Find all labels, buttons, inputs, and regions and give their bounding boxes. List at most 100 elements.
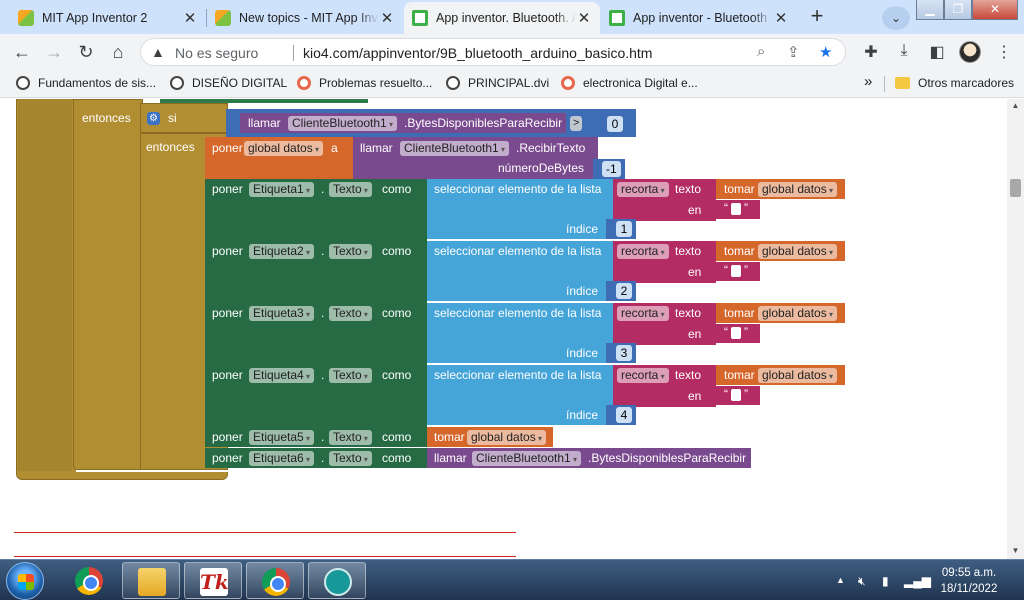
component-dropdown[interactable]: ClienteBluetooth1	[400, 141, 509, 156]
index-number[interactable]: 3	[616, 345, 632, 361]
text-op-dropdown[interactable]: recorta	[617, 306, 669, 321]
bookmark-item[interactable]: DISEÑO DIGITAL	[170, 76, 287, 90]
etiqueta-dropdown[interactable]: Etiqueta4	[249, 368, 314, 383]
clock-date: 18/11/2022	[940, 583, 998, 595]
home-button[interactable]: ⌂	[106, 40, 130, 64]
variable-dropdown[interactable]: global datos	[758, 306, 837, 321]
property-dropdown[interactable]: Texto	[329, 451, 372, 466]
scroll-up-icon[interactable]: ▲	[1007, 101, 1024, 110]
index-number[interactable]: 4	[616, 407, 632, 423]
taskbar-arduino[interactable]	[308, 562, 366, 599]
battery-icon[interactable]: ▮	[882, 574, 889, 588]
security-label[interactable]: No es seguro	[175, 45, 258, 61]
numero-bytes-value[interactable]: -1	[602, 161, 621, 177]
close-tab-icon[interactable]: ✕	[182, 9, 198, 27]
side-panel-icon[interactable]: ◧	[926, 42, 948, 62]
variable-dropdown[interactable]: global datos	[467, 430, 546, 445]
etiqueta-dropdown[interactable]: Etiqueta6	[249, 451, 314, 466]
variable-dropdown[interactable]: global datos	[758, 182, 837, 197]
variable-dropdown[interactable]: global datos	[758, 244, 837, 259]
bookmark-item[interactable]: Problemas resuelto...	[297, 76, 432, 90]
etiqueta-dropdown[interactable]: Etiqueta1	[249, 182, 314, 197]
bookmark-item[interactable]: Fundamentos de sis...	[16, 76, 156, 90]
variable-dropdown[interactable]: global datos	[758, 368, 837, 383]
close-tab-icon[interactable]: ✕	[773, 9, 789, 27]
method-label: .BytesDisponiblesParaRecibir	[404, 116, 563, 130]
component-dropdown[interactable]: ClienteBluetooth1	[472, 451, 581, 466]
compare-number[interactable]: 0	[607, 116, 623, 132]
maximize-button[interactable]: ❐	[944, 0, 972, 20]
etiqueta-dropdown[interactable]: Etiqueta5	[249, 430, 314, 445]
etiqueta-dropdown[interactable]: Etiqueta2	[249, 244, 314, 259]
text-string-block[interactable]: “”	[716, 324, 760, 343]
en-label: en	[688, 203, 702, 217]
tab-new-topics[interactable]: New topics - MIT App Inventor ✕	[207, 2, 403, 34]
url-text[interactable]: kio4.com/appinventor/9B_bluetooth_arduin…	[303, 45, 652, 61]
page-scrollbar[interactable]: ▲ ▼	[1007, 99, 1024, 559]
taskbar-explorer[interactable]	[122, 562, 180, 599]
property-dropdown[interactable]: Texto	[329, 306, 372, 321]
bookmark-item[interactable]: PRINCIPAL.dvi	[446, 76, 549, 90]
property-dropdown[interactable]: Texto	[329, 430, 372, 445]
share-icon[interactable]: ⇪	[787, 43, 800, 61]
start-button[interactable]	[6, 562, 44, 600]
network-signal-icon[interactable]: ▂▄▆	[904, 574, 931, 588]
profile-avatar[interactable]	[959, 41, 981, 63]
minimize-icon: ▁	[925, 2, 935, 16]
bookmark-label: PRINCIPAL.dvi	[468, 76, 550, 90]
text-op-dropdown[interactable]: recorta	[617, 244, 669, 259]
index-number[interactable]: 1	[616, 221, 632, 237]
back-button[interactable]: ←	[10, 40, 34, 64]
text-input[interactable]	[731, 264, 741, 277]
folder-icon	[138, 568, 166, 596]
close-tab-icon[interactable]: ✕	[379, 9, 395, 27]
close-tab-icon[interactable]: ✕	[576, 9, 592, 27]
other-bookmarks-folder[interactable]: Otros marcadores	[895, 76, 1014, 90]
property-dropdown[interactable]: Texto	[329, 244, 372, 259]
property-dropdown[interactable]: Texto	[329, 182, 372, 197]
bookmark-item[interactable]: electronica Digital e...	[561, 76, 698, 90]
text-string-block[interactable]: “”	[716, 200, 760, 219]
taskbar-tk-app[interactable]: Tk	[184, 562, 242, 599]
address-bar[interactable]: ▲ No es seguro kio4.com/appinventor/9B_b…	[140, 38, 846, 66]
variable-dropdown[interactable]: global datos	[244, 141, 323, 156]
tomar-label: tomar	[724, 182, 755, 196]
text-input[interactable]	[731, 202, 741, 215]
text-input[interactable]	[731, 388, 741, 401]
compare-operator-dropdown[interactable]: >	[570, 116, 583, 131]
index-number[interactable]: 2	[616, 283, 632, 299]
tab-app-inventor-bluetooth-active[interactable]: App inventor. Bluetooth. Arduino ✕	[404, 2, 600, 34]
bookmarks-overflow-button[interactable]: »	[864, 73, 872, 90]
system-clock[interactable]: 09:55 a.m. 18/11/2022	[930, 565, 1008, 597]
extensions-icon[interactable]: ✚	[860, 42, 882, 62]
scrollbar-thumb[interactable]	[1010, 179, 1021, 197]
tab-title: App inventor. Bluetooth. Arduino	[436, 11, 576, 25]
download-icon[interactable]: ⤓	[893, 42, 915, 60]
bookmark-star-icon[interactable]: ★	[819, 43, 832, 61]
etiqueta-dropdown[interactable]: Etiqueta3	[249, 306, 314, 321]
taskbar-chrome-profile[interactable]	[246, 562, 304, 599]
gear-icon[interactable]: ⚙	[147, 112, 160, 125]
text-op-dropdown[interactable]: recorta	[617, 368, 669, 383]
close-window-button[interactable]: ✕	[972, 0, 1018, 20]
tab-search-button[interactable]: ⌄	[882, 6, 910, 30]
mute-icon[interactable]: 🔇︎	[858, 574, 866, 589]
menu-kebab-icon[interactable]: ⋮	[993, 42, 1015, 62]
text-input[interactable]	[731, 326, 741, 339]
new-tab-button[interactable]: +	[803, 5, 831, 29]
forward-button[interactable]: →	[42, 40, 66, 64]
taskbar-chrome[interactable]	[60, 562, 118, 599]
tab-mit-app-inventor[interactable]: MIT App Inventor 2 ✕	[10, 2, 206, 34]
component-dropdown[interactable]: ClienteBluetooth1	[288, 116, 397, 131]
text-op-dropdown[interactable]: recorta	[617, 182, 669, 197]
tab-app-inventor-bluetooth[interactable]: App inventor - Bluetooth ✕	[601, 2, 797, 34]
tray-expand-icon[interactable]: ▲	[836, 575, 845, 585]
scroll-down-icon[interactable]: ▼	[1007, 546, 1024, 555]
zoom-icon[interactable]: ⌕	[757, 43, 765, 60]
text-string-block[interactable]: “”	[716, 262, 760, 281]
text-string-block[interactable]: “”	[716, 386, 760, 405]
bookmarks-bar: Fundamentos de sis... DISEÑO DIGITAL Pro…	[0, 70, 1024, 98]
minimize-button[interactable]: ▁	[916, 0, 944, 20]
reload-button[interactable]: ↻	[74, 40, 98, 64]
property-dropdown[interactable]: Texto	[329, 368, 372, 383]
